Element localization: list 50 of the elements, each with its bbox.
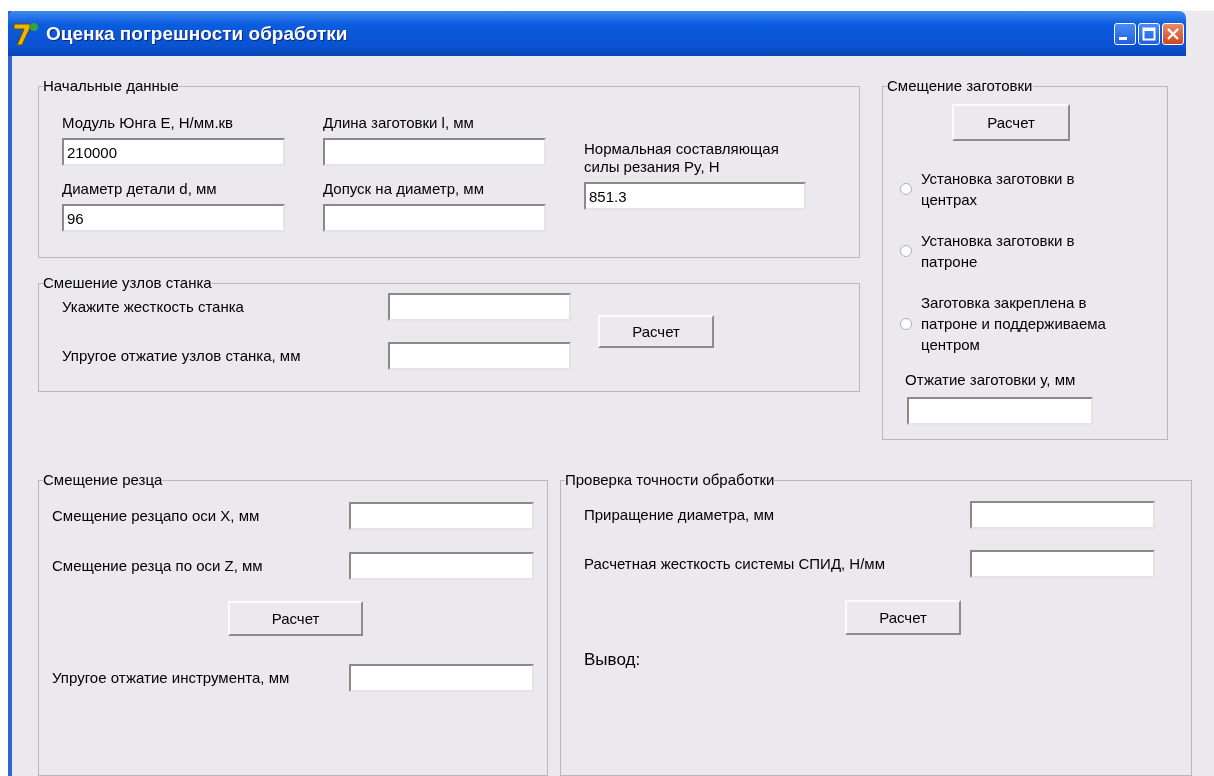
field-label: Модуль Юнга Е, Н/мм.кв: [62, 114, 235, 132]
field-label: Смещение резцапо оси X, мм: [52, 507, 261, 525]
input-field[interactable]: 210000: [62, 138, 285, 166]
field-label: Упругое отжатие инструмента, мм: [52, 669, 291, 687]
maximize-button[interactable]: [1138, 22, 1160, 45]
radio-label[interactable]: Установка заготовки в центрах: [921, 168, 1126, 210]
group-title: Начальные данные: [43, 78, 179, 94]
group-title: Проверка точности обработки: [565, 472, 775, 488]
field-label: Смещение резца по оси Z, мм: [52, 557, 264, 575]
minimize-button[interactable]: [1114, 22, 1136, 45]
minimize-icon: [1119, 37, 1127, 40]
app-icon: [12, 20, 40, 47]
calculate-button[interactable]: Расчет: [228, 601, 363, 636]
conclusion-label: Вывод:: [584, 650, 642, 670]
calculate-button[interactable]: Расчет: [845, 600, 961, 635]
field-label: Допуск на диаметр, мм: [323, 180, 485, 198]
input-field[interactable]: [349, 664, 534, 692]
input-field[interactable]: [970, 501, 1155, 529]
input-field[interactable]: [388, 293, 571, 321]
field-label: Диаметр детали d, мм: [62, 180, 218, 198]
field-label: Приращение диаметра, мм: [584, 506, 776, 524]
group-title: Смещение заготовки: [887, 78, 1033, 94]
input-field[interactable]: [349, 552, 534, 580]
input-field[interactable]: [970, 550, 1155, 578]
close-button[interactable]: [1162, 22, 1184, 45]
field-label: Упругое отжатие узлов станка, мм: [62, 347, 302, 365]
input-field[interactable]: [388, 342, 571, 370]
input-field[interactable]: [349, 502, 534, 530]
close-icon: [1166, 26, 1180, 41]
field-label: Длина заготовки l, мм: [323, 114, 475, 132]
field-label: Укажите жесткость станка: [62, 298, 245, 316]
input-field[interactable]: 851.3: [584, 182, 806, 210]
field-label: Расчетная жесткость системы СПИД, Н/мм: [584, 555, 886, 573]
window-title: Оценка погрешности обработки: [46, 22, 348, 45]
maximize-icon: [1142, 26, 1156, 41]
input-field[interactable]: [323, 138, 546, 166]
input-field[interactable]: [323, 204, 546, 232]
calculate-button[interactable]: Расчет: [598, 315, 714, 348]
radio-label[interactable]: Заготовка закреплена в патроне и поддерживаема центром: [921, 292, 1126, 355]
calculate-button[interactable]: Расчет: [952, 104, 1070, 141]
input-field[interactable]: 96: [62, 204, 285, 232]
field-label: Отжатие заготовки у, мм: [905, 371, 1077, 389]
group-title: Смешение узлов станка: [43, 275, 212, 291]
input-field[interactable]: [907, 397, 1093, 425]
radio-button[interactable]: [900, 317, 912, 330]
radio-button[interactable]: [900, 183, 912, 195]
field-label: Нормальная составляющая силы резания Py, Н: [584, 140, 780, 176]
radio-label[interactable]: Установка заготовки в патроне: [921, 230, 1126, 272]
radio-button[interactable]: [900, 245, 912, 257]
group-title: Смещение резца: [43, 472, 163, 488]
